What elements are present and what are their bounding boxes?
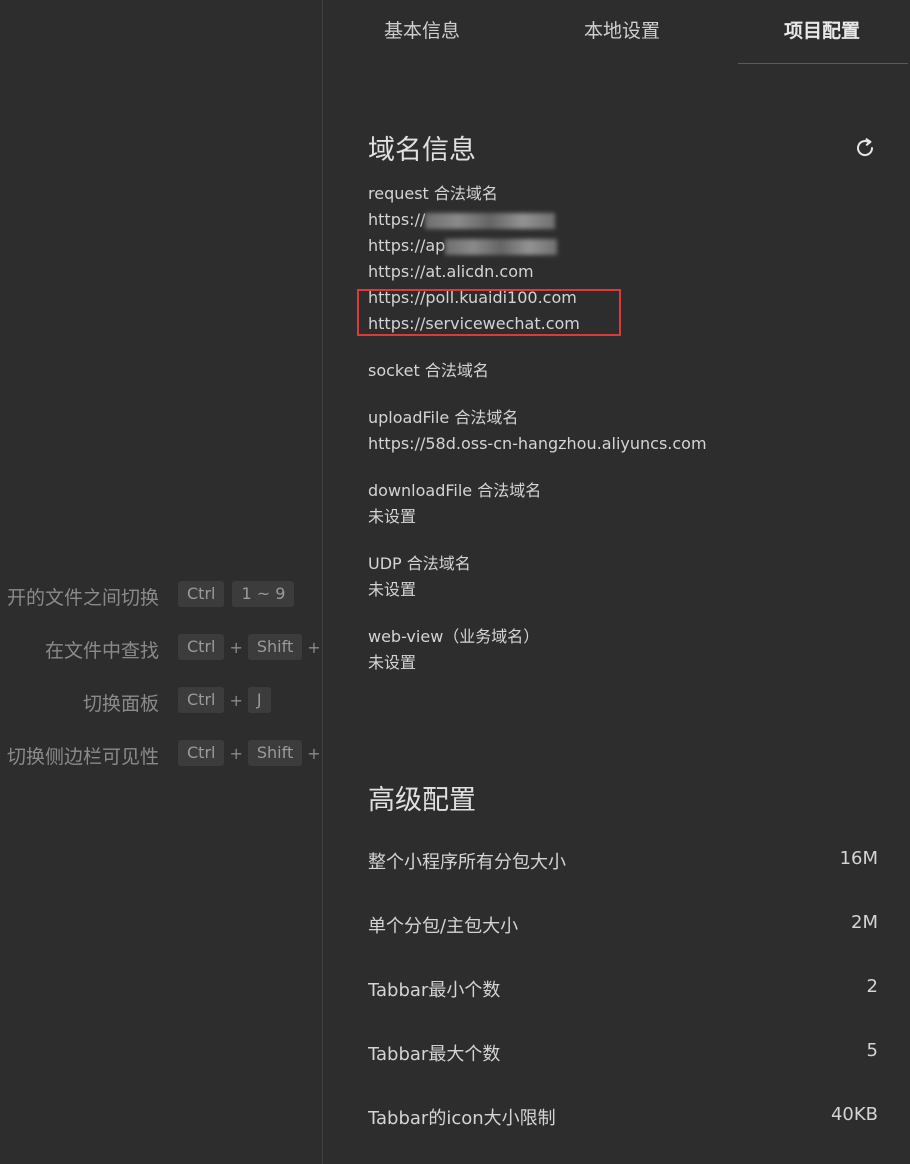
key-cap: Shift [247,740,303,766]
advanced-row-value: 2 [866,976,878,997]
udp-domains: UDP 合法域名 未设置 [368,551,471,603]
advanced-row: 单个分包/主包大小 2M [368,912,878,942]
advanced-row-name: Tabbar最小个数 [368,980,501,1001]
tab-project-config[interactable]: 项目配置 [784,16,860,43]
key-plus: + [307,743,321,763]
key-plus: + [229,743,243,763]
upload-domain-item: https://58d.oss-cn-hangzhou.aliyuncs.com [368,434,707,453]
advanced-row: Tabbar最大个数 5 [368,1040,878,1070]
shortcut-keys: Ctrl + Shift + [178,634,322,660]
shortcut-row-toggle-panel: 切换面板 Ctrl + J [0,687,322,715]
key-plus: + [307,637,321,657]
request-domain-item: https://at.alicdn.com [368,262,534,281]
key-cap: Ctrl [178,687,225,713]
domain-info-title: 域名信息 [368,135,476,166]
shortcut-label: 切换侧边栏可见性 [6,746,159,768]
advanced-row-name: Tabbar最大个数 [368,1044,501,1065]
advanced-row-name: Tabbar的icon大小限制 [368,1108,556,1129]
advanced-row-value: 5 [866,1040,878,1061]
advanced-row-value: 40KB [830,1104,878,1125]
key-cap: Ctrl [178,581,225,607]
download-label: downloadFile 合法域名 [368,481,542,500]
advanced-row-name: 整个小程序所有分包大小 [368,852,566,873]
webview-domains: web-view（业务域名） 未设置 [368,624,539,676]
shortcut-label: 在文件中查找 [44,640,159,662]
key-plus: + [229,637,243,657]
advanced-row: 整个小程序所有分包大小 16M [368,848,878,878]
highlight-annotation-box [357,289,621,336]
advanced-row-value: 16M [839,848,878,869]
key-cap: Ctrl [178,740,225,766]
advanced-config-title: 高级配置 [368,785,476,816]
webview-value: 未设置 [368,653,417,672]
key-cap: Shift [247,634,303,660]
request-domain-item: https://ap [368,233,580,259]
shortcut-label: 开的文件之间切换 [6,587,159,609]
key-cap: J [247,687,271,713]
key-cap: Ctrl [178,634,225,660]
socket-domains: socket 合法域名 [368,358,489,384]
shortcut-keys: Ctrl + Shift + [178,740,322,766]
shortcut-row-switch-files: 开的文件之间切换 Ctrl 1 ~ 9 [0,581,322,609]
shortcut-row-find-in-files: 在文件中查找 Ctrl + Shift + [0,634,322,662]
shortcut-keys: Ctrl + J [178,687,271,713]
udp-value: 未设置 [368,580,417,599]
request-domain-item: https:// [368,207,580,233]
redacted-blur [445,238,558,255]
details-tabs: 基本信息 本地设置 项目配置 [323,0,910,65]
key-cap: 1 ~ 9 [232,581,295,607]
webview-label: web-view（业务域名） [368,627,540,646]
tab-basic-info[interactable]: 基本信息 [384,16,460,43]
download-value: 未设置 [368,507,417,526]
upload-label: uploadFile 合法域名 [368,408,519,427]
request-label: request 合法域名 [368,184,498,203]
redacted-blur [425,212,556,229]
active-tab-underline [738,63,908,64]
key-plus: + [229,690,243,710]
refresh-icon[interactable] [853,136,877,160]
advanced-row: Tabbar最小个数 2 [368,976,878,1006]
shortcut-keys: Ctrl 1 ~ 9 [178,581,295,607]
advanced-row: Tabbar的icon大小限制 40KB [368,1104,878,1134]
tab-local-settings[interactable]: 本地设置 [584,16,660,43]
socket-label: socket 合法域名 [368,361,489,380]
project-details-panel: 基本信息 本地设置 项目配置 域名信息 request 合法域名 https:/… [323,0,910,1164]
advanced-row-value: 2M [851,912,878,933]
upload-domains: uploadFile 合法域名 https://58d.oss-cn-hangz… [368,405,707,457]
editor-welcome-pane: 开的文件之间切换 Ctrl 1 ~ 9 在文件中查找 Ctrl + Shift … [0,0,322,1164]
udp-label: UDP 合法域名 [368,554,471,573]
download-domains: downloadFile 合法域名 未设置 [368,478,541,530]
shortcut-row-toggle-sidebar: 切换侧边栏可见性 Ctrl + Shift + [0,740,322,768]
shortcut-label: 切换面板 [82,693,159,715]
advanced-row-name: 单个分包/主包大小 [368,916,519,937]
